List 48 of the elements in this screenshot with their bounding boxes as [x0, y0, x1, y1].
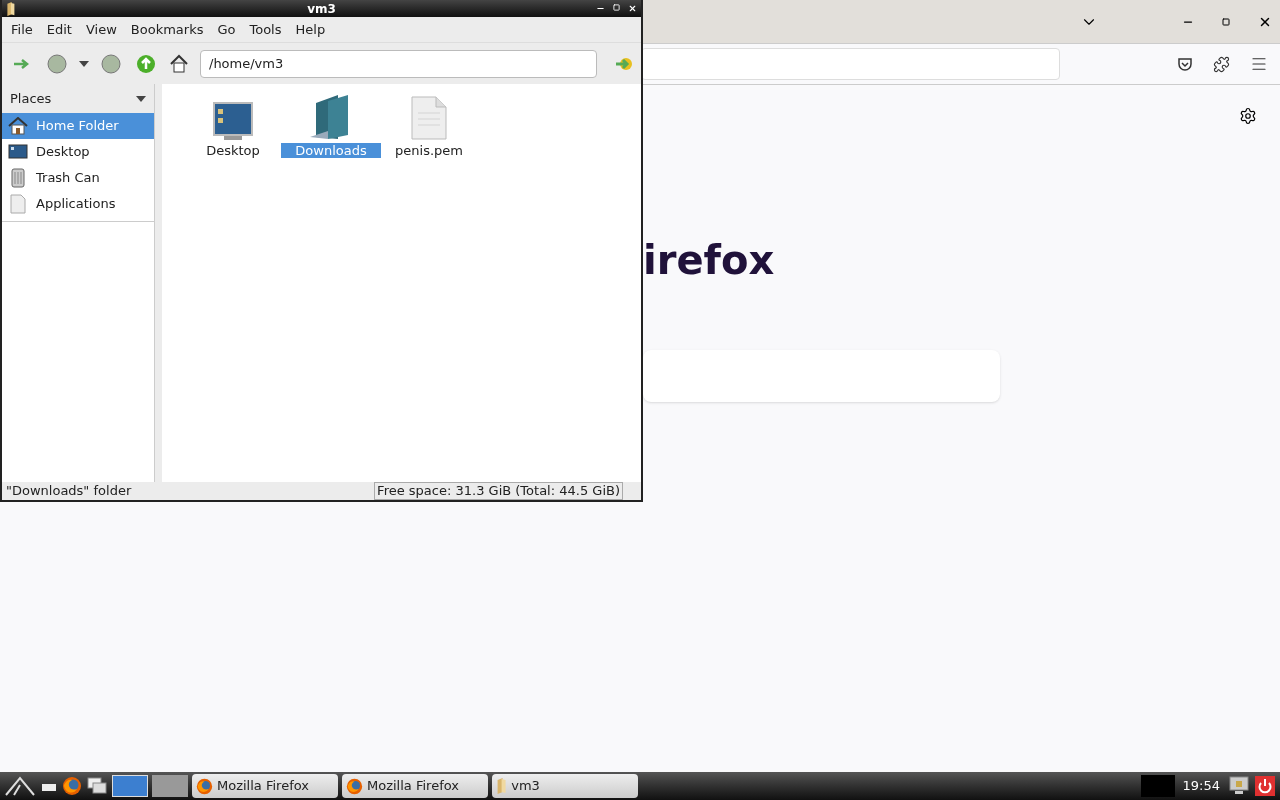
maximize-icon[interactable]	[1222, 17, 1230, 26]
network-lock-icon[interactable]	[1228, 775, 1250, 797]
menu-item[interactable]: Tools	[244, 19, 287, 40]
menu-item[interactable]: Go	[212, 19, 241, 40]
close-icon[interactable]	[628, 4, 637, 13]
windows-icon[interactable]	[86, 776, 108, 796]
folder-icon	[6, 1, 16, 16]
place-item[interactable]: Applications	[2, 191, 154, 217]
start-menu-icon[interactable]	[4, 775, 36, 797]
status-text: "Downloads" folder	[6, 482, 132, 501]
task-button[interactable]: Mozilla Firefox	[342, 774, 488, 798]
caret-icon	[136, 95, 146, 102]
browser-icon	[346, 777, 363, 795]
caret-icon[interactable]	[79, 60, 89, 67]
power-icon[interactable]	[1254, 775, 1276, 797]
places-dropdown[interactable]: Places	[2, 84, 154, 113]
pocket-icon[interactable]	[1177, 56, 1193, 72]
clock: 19:54	[1181, 777, 1221, 796]
document-icon	[10, 194, 26, 214]
place-item[interactable]: Desktop	[2, 139, 154, 165]
address-field[interactable]	[641, 48, 1060, 80]
menu-item[interactable]: View	[80, 19, 122, 40]
tray-placeholder	[1140, 775, 1175, 797]
menu-item[interactable]: File	[6, 19, 38, 40]
task-button[interactable]: vm3	[492, 774, 638, 798]
location-field[interactable]: /home/vm3	[200, 49, 597, 78]
home-icon[interactable]	[169, 53, 189, 74]
file-icon	[410, 95, 448, 141]
menu-icon[interactable]	[1250, 55, 1268, 73]
menu-item[interactable]: Edit	[41, 19, 77, 40]
task-button[interactable]: Mozilla Firefox	[192, 774, 338, 798]
home-icon	[8, 117, 28, 135]
monitor-icon	[212, 101, 254, 141]
browser-icon	[62, 776, 82, 796]
folder-icon	[496, 778, 508, 794]
file-name[interactable]: penis.pem	[381, 143, 477, 158]
menu-item[interactable]: Bookmarks	[125, 19, 209, 40]
window-title: vm3	[307, 2, 336, 15]
browser-heading: irefox	[643, 240, 775, 280]
menu-item[interactable]: Help	[290, 19, 331, 40]
extensions-icon[interactable]	[1213, 55, 1230, 73]
settings-icon[interactable]	[1239, 107, 1257, 125]
place-item[interactable]: Trash Can	[2, 165, 154, 191]
free-space-text: Free space: 31.3 GiB (Total: 44.5 GiB)	[374, 482, 623, 500]
file-name[interactable]: Desktop	[192, 143, 274, 158]
monitor-icon	[8, 144, 28, 160]
trash-icon	[11, 168, 25, 188]
browser-icon	[196, 777, 213, 795]
